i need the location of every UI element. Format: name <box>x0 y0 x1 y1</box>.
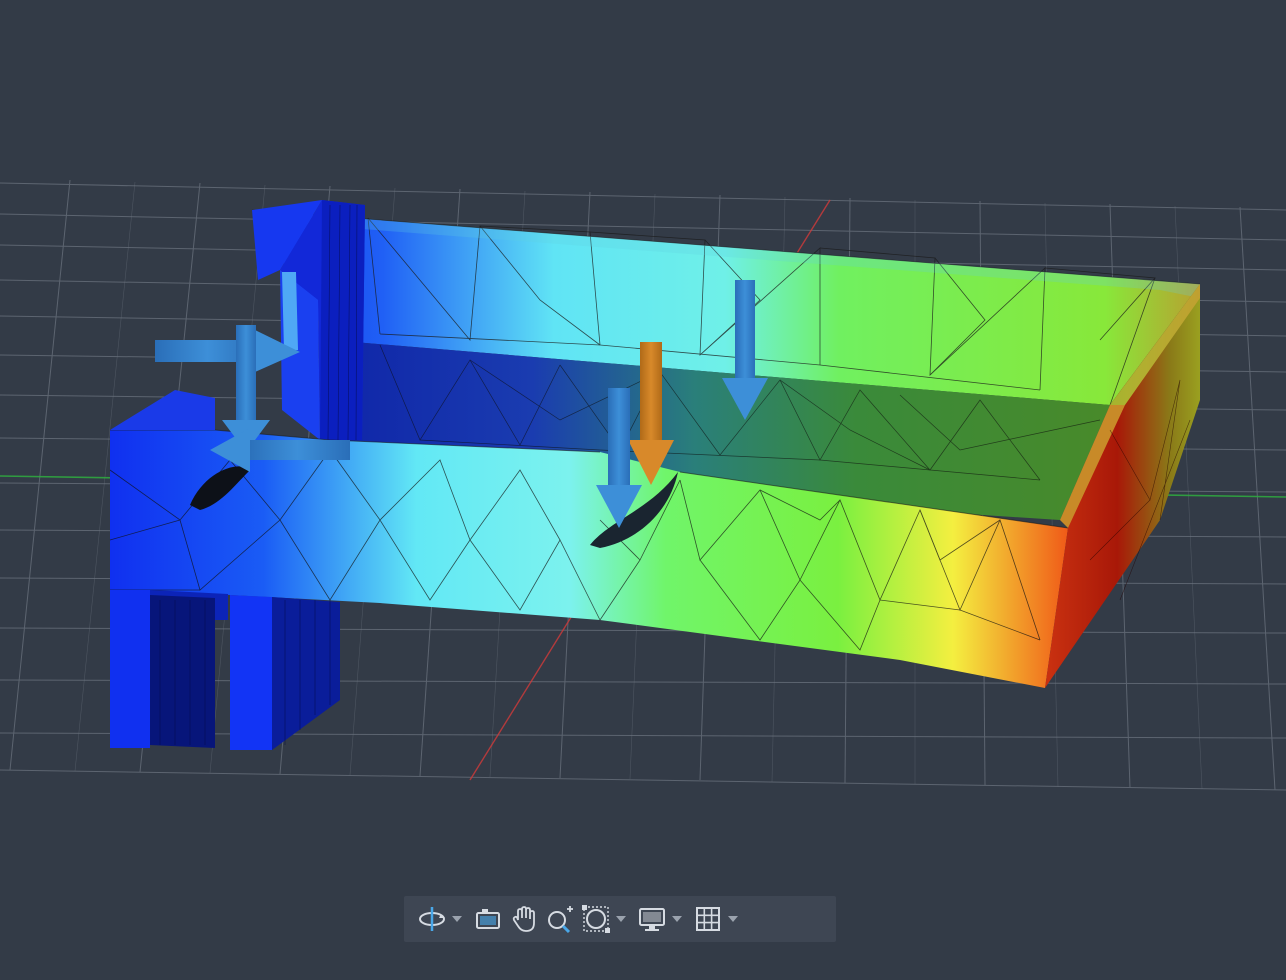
grid-dropdown[interactable] <box>726 901 740 937</box>
pan-hand-icon <box>512 906 535 932</box>
fit-window-icon <box>582 905 610 933</box>
chevron-down-icon <box>616 916 626 922</box>
chevron-down-icon <box>672 916 682 922</box>
look-at-icon <box>476 909 500 929</box>
look-at-button[interactable] <box>470 901 506 937</box>
zoom-icon <box>548 906 573 934</box>
fit-window-button[interactable] <box>578 901 614 937</box>
display-settings-button[interactable] <box>634 901 670 937</box>
grid-button[interactable] <box>690 901 726 937</box>
3d-viewport[interactable] <box>0 0 1286 976</box>
display-settings-icon <box>639 908 665 931</box>
orbit-icon <box>419 907 445 931</box>
chevron-down-icon <box>452 916 462 922</box>
fit-window-dropdown[interactable] <box>614 901 628 937</box>
display-settings-dropdown[interactable] <box>670 901 684 937</box>
orbit-button[interactable] <box>414 901 450 937</box>
orbit-dropdown[interactable] <box>450 901 464 937</box>
load-arrow-horizontal-top <box>155 330 300 372</box>
chevron-down-icon <box>728 916 738 922</box>
grid-icon <box>696 907 720 931</box>
navigation-toolbar <box>404 896 836 942</box>
simulation-canvas[interactable] <box>0 0 1286 976</box>
zoom-button[interactable] <box>542 901 578 937</box>
pan-button[interactable] <box>506 901 542 937</box>
